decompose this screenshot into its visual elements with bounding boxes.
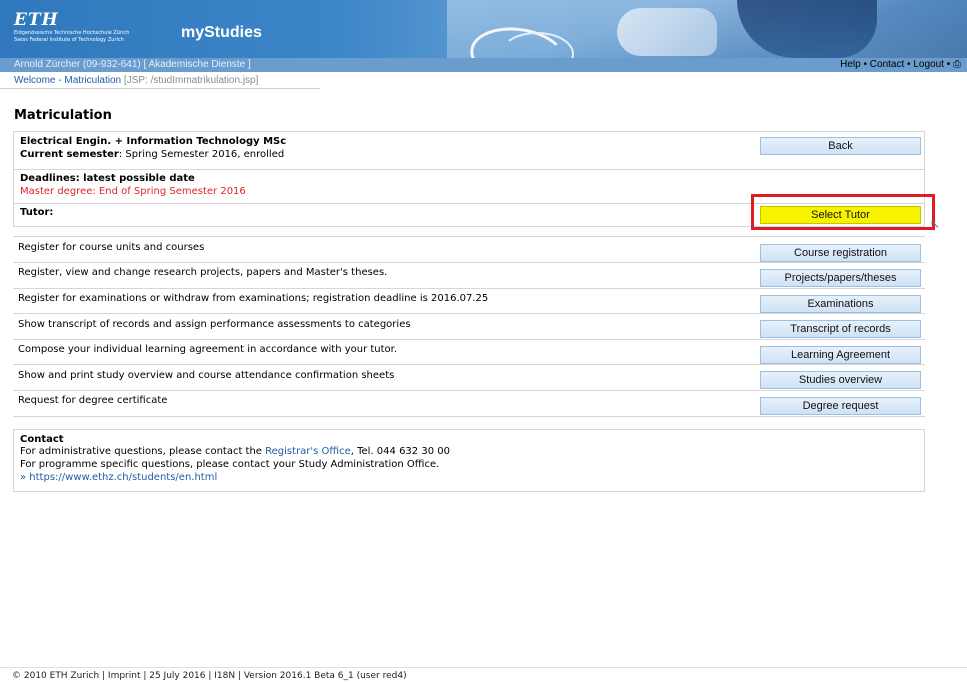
contact-admin-line: For administrative questions, please con… xyxy=(20,446,450,457)
help-link[interactable]: Help xyxy=(840,59,861,70)
breadcrumb-divider xyxy=(0,88,320,89)
action-text: Compose your individual learning agreeme… xyxy=(18,344,398,355)
row-divider xyxy=(14,169,924,170)
registrar-office-link[interactable]: Registrar's Office xyxy=(265,446,351,457)
row-divider xyxy=(13,313,925,314)
footer: © 2010 ETH Zurich | Imprint | 25 July 20… xyxy=(12,671,407,681)
bullet-separator: • xyxy=(907,59,911,70)
eth-logo-subtitle-de: Eidgenössische Technische Hochschule Zür… xyxy=(14,30,130,36)
breadcrumb-matriculation[interactable]: Matriculation xyxy=(64,75,121,86)
contact-box: Contact For administrative questions, pl… xyxy=(13,429,925,492)
studies-overview-button[interactable]: Studies overview xyxy=(760,371,921,389)
breadcrumb-separator: - xyxy=(58,75,62,86)
banner-photo-hand xyxy=(617,8,717,56)
breadcrumb-welcome[interactable]: Welcome xyxy=(14,75,56,86)
learning-agreement-button[interactable]: Learning Agreement xyxy=(760,346,921,364)
action-text: Show transcript of records and assign pe… xyxy=(18,319,411,330)
logout-link[interactable]: Logout xyxy=(913,59,944,70)
transcript-of-records-button[interactable]: Transcript of records xyxy=(760,320,921,338)
contact-title: Contact xyxy=(20,434,64,445)
highlight-box xyxy=(751,194,935,230)
master-deadline: Master degree: End of Spring Semester 20… xyxy=(20,186,246,197)
contact-programme-line: For programme specific questions, please… xyxy=(20,459,440,470)
projects-papers-theses-button[interactable]: Projects/papers/theses xyxy=(760,269,921,287)
row-divider xyxy=(13,390,925,391)
examinations-button[interactable]: Examinations xyxy=(760,295,921,313)
app-title: myStudies xyxy=(181,24,262,41)
bullet-separator: • xyxy=(946,59,951,70)
current-semester-label: Current semester xyxy=(20,149,119,160)
action-text: Show and print study overview and course… xyxy=(18,370,395,381)
row-divider xyxy=(13,364,925,365)
row-divider xyxy=(13,416,925,417)
bullet-separator: • xyxy=(863,59,867,70)
row-divider xyxy=(13,262,925,263)
tutor-label: Tutor: xyxy=(20,207,54,218)
action-text: Request for degree certificate xyxy=(18,395,168,406)
deadlines-title: Deadlines: latest possible date xyxy=(20,173,195,184)
user-bar: Arnold Zürcher (09-932-641) [ Akademisch… xyxy=(0,58,967,72)
degree-request-button[interactable]: Degree request xyxy=(760,397,921,415)
action-text: Register for examinations or withdraw fr… xyxy=(18,293,489,304)
program-name: Electrical Engin. + Information Technolo… xyxy=(20,136,287,147)
row-divider xyxy=(13,339,925,340)
header-banner: ETH Eidgenössische Technische Hochschule… xyxy=(0,0,967,58)
page-title: Matriculation xyxy=(14,108,112,123)
breadcrumb: Welcome - Matriculation [JSP: /studImmat… xyxy=(14,75,258,86)
eth-logo-subtitle-en: Swiss Federal Institute of Technology Zu… xyxy=(14,37,124,43)
breadcrumb-jsp: [JSP: /studImmatrikulation.jsp] xyxy=(123,75,259,86)
eth-logo-subtitle: Eidgenössische Technische Hochschule Zür… xyxy=(14,30,164,44)
eth-logo[interactable]: ETH xyxy=(14,10,59,30)
footer-divider xyxy=(0,667,967,668)
course-registration-button[interactable]: Course registration xyxy=(760,244,921,262)
action-text: Register, view and change research proje… xyxy=(18,267,388,278)
back-button[interactable]: Back xyxy=(760,137,921,155)
students-url-link[interactable]: » https://www.ethz.ch/students/en.html xyxy=(20,472,217,483)
print-icon[interactable]: ⎙ xyxy=(953,59,961,70)
action-text: Register for course units and courses xyxy=(18,242,205,253)
top-links: Help • Contact • Logout • ⎙ xyxy=(840,59,961,70)
contact-admin-phone: , Tel. 044 632 30 00 xyxy=(350,446,450,457)
row-divider xyxy=(13,288,925,289)
user-info: Arnold Zürcher (09-932-641) [ Akademisch… xyxy=(14,59,251,70)
current-semester: Current semester: Spring Semester 2016, … xyxy=(20,149,284,160)
contact-admin-text: For administrative questions, please con… xyxy=(20,446,266,457)
current-semester-value: : Spring Semester 2016, enrolled xyxy=(118,149,285,160)
actions-top-divider xyxy=(13,236,925,237)
contact-link[interactable]: Contact xyxy=(870,59,904,70)
mouse-cursor-icon: ↖ xyxy=(930,217,941,231)
